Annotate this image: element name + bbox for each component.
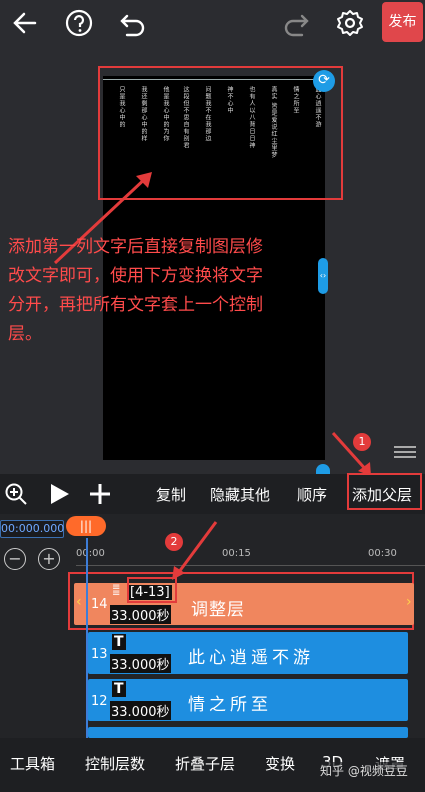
resize-handle[interactable]: ‹›	[318, 258, 328, 294]
track-title: 调整层	[191, 600, 245, 620]
tick-label: 00:00	[76, 548, 105, 559]
order-button[interactable]: 顺序	[297, 484, 327, 505]
track-number: 13	[91, 647, 108, 662]
undo-icon[interactable]	[117, 7, 149, 39]
step-badge-2: 2	[165, 533, 183, 551]
playhead-line	[86, 538, 88, 738]
watermark: 知乎 @视频豆豆	[318, 762, 410, 779]
text-layer-icon: T	[112, 681, 126, 697]
timeline-ruler	[76, 565, 425, 566]
plus-icon[interactable]	[88, 482, 112, 506]
annotation-text: 添加第一列文字后直接复制图层修改文字即可，使用下方变换将文字分开，再把所有文字套…	[8, 237, 263, 344]
add-parent-highlight-box	[347, 473, 422, 510]
track-duration: 33.000秒	[110, 701, 171, 720]
adjustment-layer-icon: ≡ ≡	[112, 582, 121, 599]
toolbox-tab[interactable]: 工具箱	[10, 753, 55, 774]
zoom-in-icon[interactable]	[4, 482, 28, 506]
hide-others-button[interactable]: 隐藏其他	[210, 484, 270, 505]
track-number: 14	[91, 597, 108, 612]
range-highlight-box	[127, 577, 177, 603]
bottom-bar: 工具箱 控制层数 折叠子层 变换 3D 遮罩 知乎 @视频豆豆	[0, 738, 425, 792]
rotate-handle-icon[interactable]: ⟳	[313, 70, 335, 92]
track-text-layer[interactable]	[88, 727, 408, 738]
zoom-out-button[interactable]: −	[4, 548, 26, 570]
tick-label: 00:15	[222, 548, 251, 559]
control-layers-tab[interactable]: 控制层数	[85, 753, 145, 774]
track-duration: 33.000秒	[110, 654, 171, 673]
track-title: 此心逍遥不游	[188, 648, 314, 668]
track-right-handle[interactable]: ›	[406, 594, 412, 610]
question-circle-icon[interactable]	[63, 7, 95, 39]
top-bar: 发布	[0, 0, 425, 46]
menu-lines-icon[interactable]	[394, 446, 416, 458]
zoom-in-button[interactable]: +	[38, 548, 60, 570]
redo-icon[interactable]	[280, 7, 312, 39]
track-number: 12	[91, 694, 108, 709]
arrow-left-icon[interactable]	[9, 7, 41, 39]
copy-button[interactable]: 复制	[156, 484, 186, 505]
publish-button[interactable]: 发布	[382, 2, 423, 42]
playhead-handle[interactable]: |||	[66, 516, 106, 536]
fold-sublayers-tab[interactable]: 折叠子层	[175, 753, 235, 774]
bottom-resize-handle[interactable]	[316, 464, 330, 474]
track-title: 情之所至	[188, 695, 272, 715]
tick-label: 00:30	[368, 548, 397, 559]
text-layer-icon: T	[112, 634, 126, 650]
track-duration: 33.000秒	[110, 605, 171, 624]
time-readout: 00:000.000	[0, 520, 64, 538]
track-left-handle[interactable]: ‹	[76, 594, 82, 610]
play-icon[interactable]	[47, 482, 71, 506]
gear-icon[interactable]	[334, 7, 366, 39]
transform-tab[interactable]: 变换	[265, 753, 295, 774]
step-badge-1: 1	[353, 433, 371, 451]
